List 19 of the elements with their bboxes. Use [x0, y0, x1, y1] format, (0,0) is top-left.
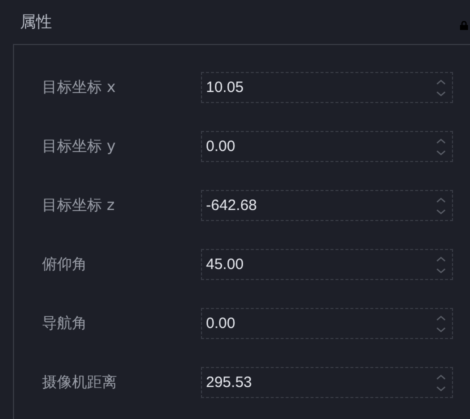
panel-title: 属性: [20, 12, 52, 32]
number-input[interactable]: -642.68: [201, 190, 453, 221]
number-input[interactable]: 45.00: [201, 249, 453, 280]
spinner-arrows-icon[interactable]: [436, 374, 446, 392]
field-label: 摄像机距离: [42, 373, 118, 392]
number-input[interactable]: 10.05: [201, 72, 453, 103]
spinner-arrows-icon[interactable]: [436, 196, 446, 214]
spinner-arrows-icon[interactable]: [436, 314, 446, 332]
field-label: 导航角: [42, 314, 88, 333]
field-label: 俯仰角: [42, 255, 88, 274]
number-input[interactable]: 0.00: [201, 308, 453, 339]
spinner-arrows-icon[interactable]: [436, 256, 446, 274]
spinner-arrows-icon[interactable]: [436, 138, 446, 156]
field-label: 目标坐标 y: [42, 137, 117, 156]
spinner-arrows-icon[interactable]: [436, 78, 446, 96]
number-input[interactable]: 295.53: [201, 367, 453, 398]
number-input[interactable]: 0.00: [201, 131, 453, 162]
field-label: 目标坐标 x: [42, 78, 117, 97]
field-label: 目标坐标 z: [42, 196, 116, 215]
